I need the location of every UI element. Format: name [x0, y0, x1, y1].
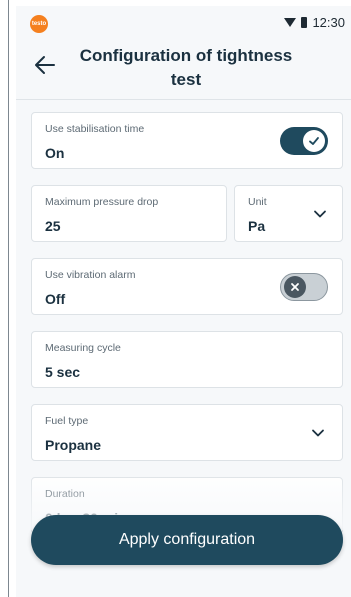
vibration-alarm-value: Off — [45, 291, 66, 307]
page-header: Configuration of tightness test — [16, 40, 351, 100]
stabilisation-time-field: Use stabilisation time On — [31, 112, 343, 169]
unit-select[interactable]: Unit Pa — [234, 185, 343, 242]
max-pressure-drop-value: 25 — [45, 218, 61, 234]
app-screen: testo 12:30 Configuration of tightness t… — [16, 6, 351, 597]
duration-label: Duration — [45, 488, 85, 500]
vibration-alarm-label: Use vibration alarm — [45, 269, 136, 281]
frame-border — [8, 0, 9, 597]
fuel-type-value: Propane — [45, 437, 102, 453]
status-bar: testo 12:30 — [16, 6, 351, 40]
testo-logo-icon: testo — [30, 15, 48, 33]
fuel-type-label: Fuel type — [45, 415, 89, 427]
max-pressure-drop-field[interactable]: Maximum pressure drop 25 — [31, 185, 227, 242]
battery-icon — [301, 17, 308, 28]
close-icon — [291, 283, 299, 291]
wifi-icon — [284, 18, 297, 27]
status-icons: 12:30 — [284, 15, 345, 30]
stabilisation-time-label: Use stabilisation time — [45, 123, 145, 135]
vibration-alarm-field: Use vibration alarm Off — [31, 258, 343, 315]
fuel-type-select[interactable]: Fuel type Propane — [31, 404, 343, 461]
checkmark-icon — [309, 137, 319, 145]
chevron-down-icon — [308, 423, 328, 443]
chevron-down-icon — [310, 204, 330, 224]
page-title: Configuration of tightness test — [79, 46, 293, 89]
stabilisation-time-value: On — [45, 145, 65, 161]
apply-configuration-button[interactable]: Apply configuration — [31, 515, 343, 565]
unit-label: Unit — [248, 196, 267, 208]
measuring-cycle-label: Measuring cycle — [45, 342, 121, 354]
measuring-cycle-value: 5 sec — [45, 364, 81, 380]
vibration-alarm-toggle[interactable] — [280, 273, 328, 301]
unit-value: Pa — [248, 218, 266, 234]
status-time: 12:30 — [312, 15, 345, 30]
arrow-left-icon — [35, 56, 55, 74]
max-pressure-drop-label: Maximum pressure drop — [45, 196, 159, 208]
stabilisation-time-toggle[interactable] — [280, 127, 328, 155]
measuring-cycle-field[interactable]: Measuring cycle 5 sec — [31, 331, 343, 388]
toggle-knob — [303, 130, 325, 152]
back-button[interactable] — [30, 50, 60, 80]
toggle-knob — [284, 276, 306, 298]
